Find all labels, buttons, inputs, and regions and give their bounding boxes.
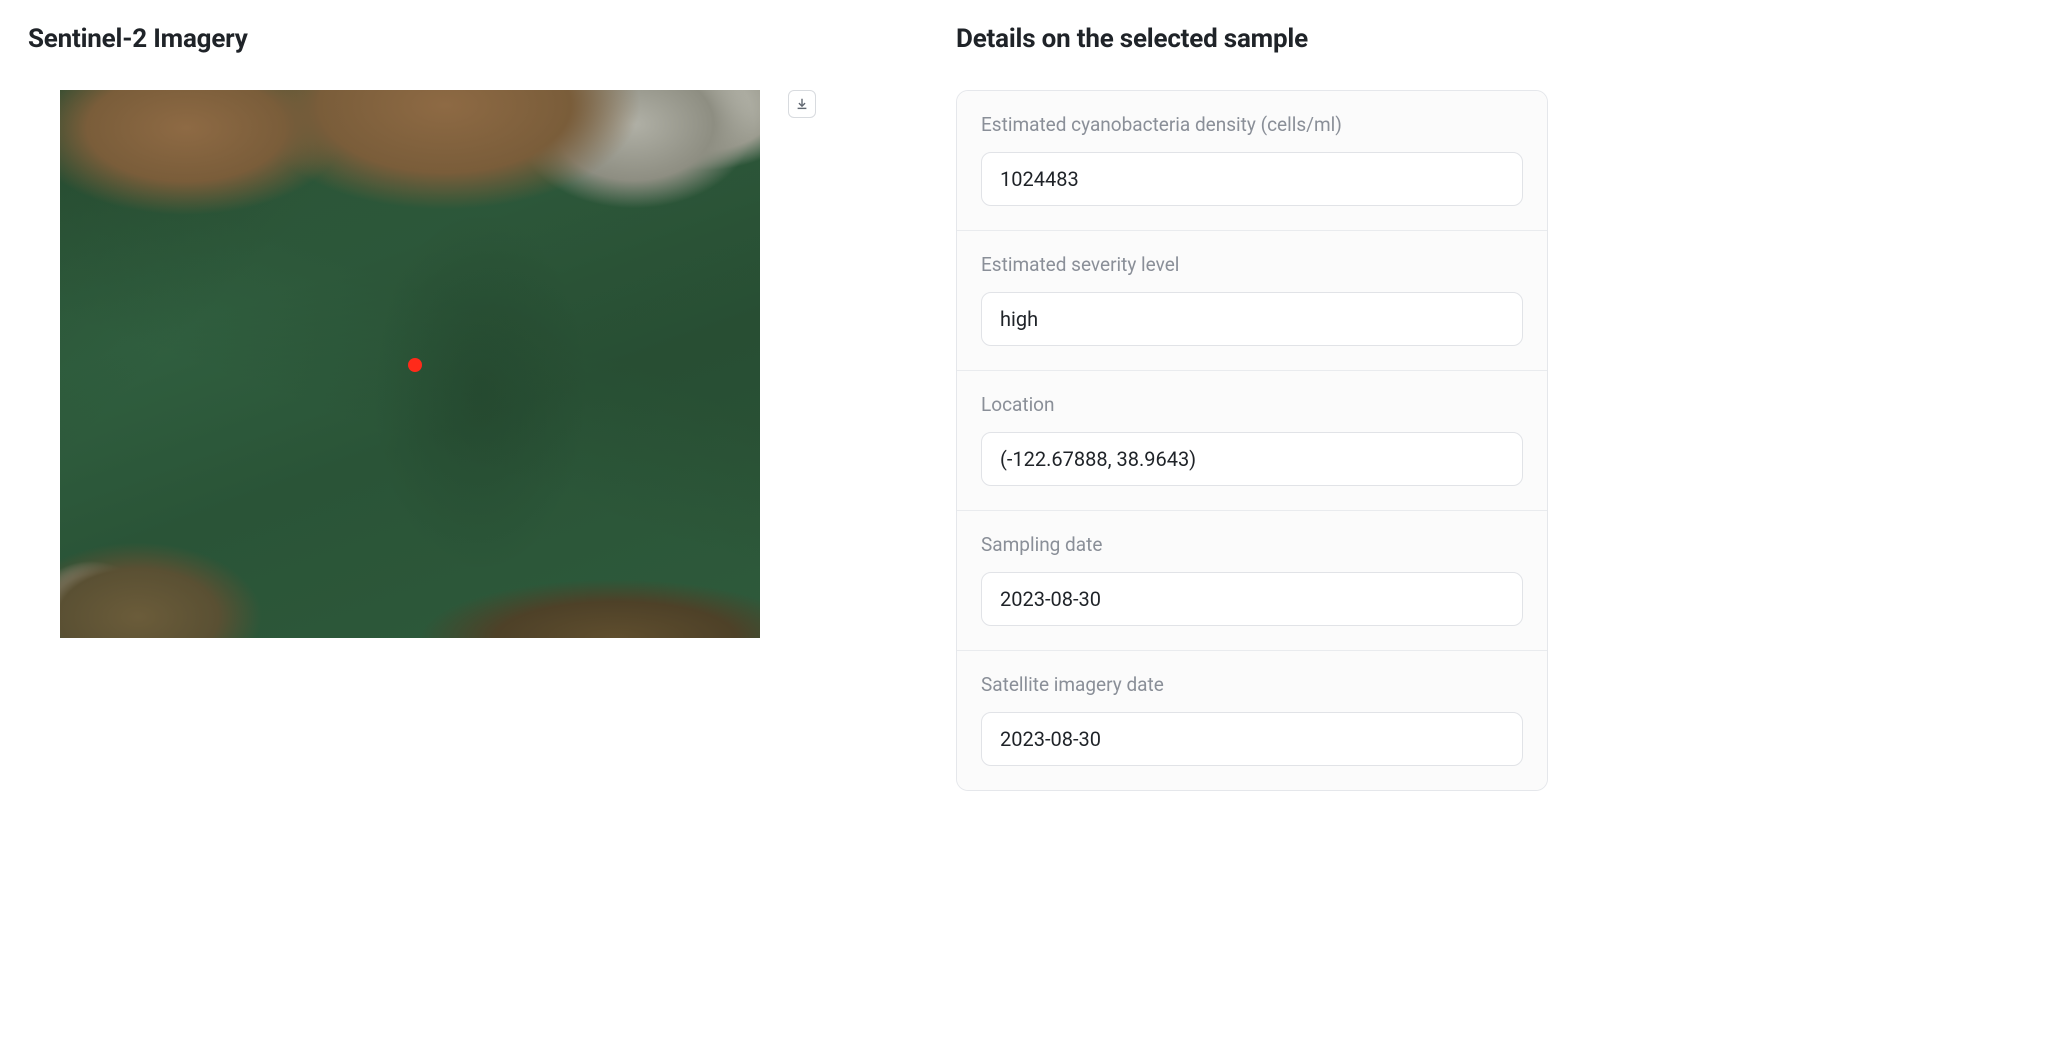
details-card: Estimated cyanobacteria density (cells/m… [956, 90, 1548, 791]
download-button[interactable] [788, 90, 816, 118]
sample-marker-icon [408, 358, 422, 372]
download-icon [795, 97, 809, 111]
field-location-value: (-122.67888, 38.9643) [981, 432, 1523, 486]
imagery-row [28, 90, 908, 638]
field-density-label: Estimated cyanobacteria density (cells/m… [981, 113, 1523, 136]
field-severity-label: Estimated severity level [981, 253, 1523, 276]
imagery-column: Sentinel-2 Imagery [28, 24, 908, 791]
field-location-label: Location [981, 393, 1523, 416]
land-top [60, 90, 760, 280]
field-sampling-date-label: Sampling date [981, 533, 1523, 556]
imagery-title: Sentinel-2 Imagery [28, 24, 908, 54]
satellite-image [60, 90, 760, 638]
details-title: Details on the selected sample [956, 24, 1548, 54]
field-imagery-date-value: 2023-08-30 [981, 712, 1523, 766]
field-density-value: 1024483 [981, 152, 1523, 206]
page-layout: Sentinel-2 Imagery Details on the select… [28, 24, 1548, 791]
field-severity: Estimated severity level high [957, 231, 1547, 371]
field-sampling-date-value: 2023-08-30 [981, 572, 1523, 626]
details-column: Details on the selected sample Estimated… [956, 24, 1548, 791]
field-density: Estimated cyanobacteria density (cells/m… [957, 91, 1547, 231]
field-severity-value: high [981, 292, 1523, 346]
field-sampling-date: Sampling date 2023-08-30 [957, 511, 1547, 651]
land-bottom-right [400, 558, 760, 638]
field-imagery-date-label: Satellite imagery date [981, 673, 1523, 696]
field-location: Location (-122.67888, 38.9643) [957, 371, 1547, 511]
land-bottom-left [60, 498, 320, 638]
field-imagery-date: Satellite imagery date 2023-08-30 [957, 651, 1547, 790]
